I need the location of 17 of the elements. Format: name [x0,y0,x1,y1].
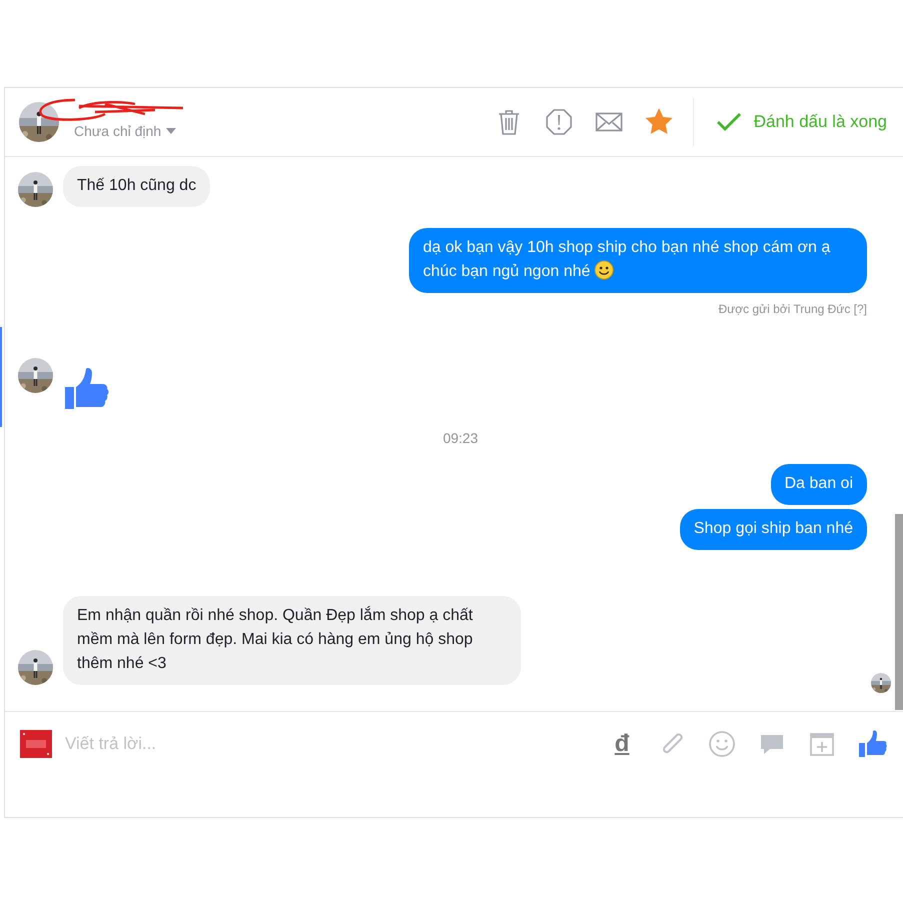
thumbs-up-icon[interactable] [857,729,887,759]
scrollbar[interactable] [895,514,903,710]
message-bubble: Shop gọi ship ban nhé [680,509,867,550]
sent-by-note: Được gửi bởi Trung Đức [?] [717,302,868,316]
mark-done-button[interactable]: Đánh dấu là xong [716,112,887,132]
timestamp: 09:23 [442,430,480,446]
message-bubble: Da ban oi [770,464,867,505]
star-icon[interactable] [644,108,673,136]
warning-icon[interactable] [544,108,573,136]
message-bubble: dạ ok bạn vậy 10h shop ship cho bạn nhé shop cám ơn ạ chúc bạn ngủ ngon nhé [409,228,867,293]
assignee-label[interactable]: Chưa chỉ định [74,123,162,139]
message-bubble: Thế 10h cũng dc [63,166,210,207]
smiley-icon[interactable] [707,729,737,759]
message-bubble: Em nhận quần rồi nhé shop. Quần Đẹp lắm shop ạ chất mềm mà lên form đẹp. Mai kia có hàng em ủng hộ shop thêm nhé <3 [63,596,521,685]
check-icon [716,112,742,132]
caret-icon[interactable] [166,128,176,134]
currency-button[interactable]: đ [607,729,637,759]
